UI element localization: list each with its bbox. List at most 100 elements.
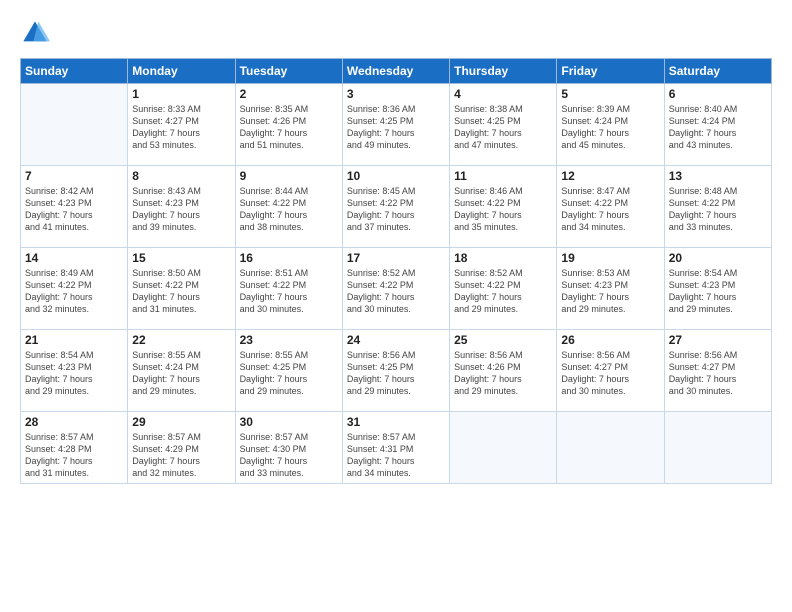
weekday-header-friday: Friday <box>557 59 664 84</box>
day-info: Sunrise: 8:51 AM Sunset: 4:22 PM Dayligh… <box>240 267 338 316</box>
day-info: Sunrise: 8:40 AM Sunset: 4:24 PM Dayligh… <box>669 103 767 152</box>
calendar-cell: 31 Sunrise: 8:57 AM Sunset: 4:31 PM Dayli… <box>342 412 449 484</box>
day-info: Sunrise: 8:55 AM Sunset: 4:24 PM Dayligh… <box>132 349 230 398</box>
day-info: Sunrise: 8:55 AM Sunset: 4:25 PM Dayligh… <box>240 349 338 398</box>
day-info: Sunrise: 8:47 AM Sunset: 4:22 PM Dayligh… <box>561 185 659 234</box>
day-number: 4 <box>454 87 552 101</box>
weekday-header-thursday: Thursday <box>450 59 557 84</box>
day-number: 8 <box>132 169 230 183</box>
day-number: 5 <box>561 87 659 101</box>
day-number: 15 <box>132 251 230 265</box>
calendar-cell: 10 Sunrise: 8:45 AM Sunset: 4:22 PM Dayli… <box>342 166 449 248</box>
calendar-week-4: 21 Sunrise: 8:54 AM Sunset: 4:23 PM Dayli… <box>21 330 772 412</box>
day-info: Sunrise: 8:49 AM Sunset: 4:22 PM Dayligh… <box>25 267 123 316</box>
day-number: 31 <box>347 415 445 429</box>
calendar-cell: 28 Sunrise: 8:57 AM Sunset: 4:28 PM Dayli… <box>21 412 128 484</box>
weekday-header-tuesday: Tuesday <box>235 59 342 84</box>
day-number: 11 <box>454 169 552 183</box>
calendar-week-2: 7 Sunrise: 8:42 AM Sunset: 4:23 PM Daylig… <box>21 166 772 248</box>
day-info: Sunrise: 8:54 AM Sunset: 4:23 PM Dayligh… <box>25 349 123 398</box>
calendar-cell <box>450 412 557 484</box>
weekday-header-monday: Monday <box>128 59 235 84</box>
weekday-header-wednesday: Wednesday <box>342 59 449 84</box>
page: SundayMondayTuesdayWednesdayThursdayFrid… <box>0 0 792 612</box>
calendar-cell: 25 Sunrise: 8:56 AM Sunset: 4:26 PM Dayli… <box>450 330 557 412</box>
day-number: 21 <box>25 333 123 347</box>
day-number: 7 <box>25 169 123 183</box>
calendar-cell: 30Sunrise: 8:57 AM Sunset: 4:30 PM Dayli… <box>235 412 342 484</box>
day-info: Sunrise: 8:35 AM Sunset: 4:26 PM Dayligh… <box>240 103 338 152</box>
day-number: 26 <box>561 333 659 347</box>
day-number: 16 <box>240 251 338 265</box>
calendar-cell: 19 Sunrise: 8:53 AM Sunset: 4:23 PM Dayli… <box>557 248 664 330</box>
day-number: 20 <box>669 251 767 265</box>
day-number: 13 <box>669 169 767 183</box>
day-number: 27 <box>669 333 767 347</box>
day-info: Sunrise: 8:48 AM Sunset: 4:22 PM Dayligh… <box>669 185 767 234</box>
calendar-week-3: 14 Sunrise: 8:49 AM Sunset: 4:22 PM Dayli… <box>21 248 772 330</box>
day-number: 12 <box>561 169 659 183</box>
calendar-cell <box>21 84 128 166</box>
day-info: Sunrise: 8:53 AM Sunset: 4:23 PM Dayligh… <box>561 267 659 316</box>
day-number: 2 <box>240 87 338 101</box>
day-info: Sunrise: 8:45 AM Sunset: 4:22 PM Dayligh… <box>347 185 445 234</box>
day-info: Sunrise: 8:46 AM Sunset: 4:22 PM Dayligh… <box>454 185 552 234</box>
header <box>20 18 772 48</box>
weekday-header-saturday: Saturday <box>664 59 771 84</box>
calendar-cell: 7 Sunrise: 8:42 AM Sunset: 4:23 PM Daylig… <box>21 166 128 248</box>
calendar-cell: 13 Sunrise: 8:48 AM Sunset: 4:22 PM Dayli… <box>664 166 771 248</box>
day-info: Sunrise: 8:57 AM Sunset: 4:28 PM Dayligh… <box>25 431 123 480</box>
day-number: 3 <box>347 87 445 101</box>
calendar-cell <box>557 412 664 484</box>
day-info: Sunrise: 8:56 AM Sunset: 4:27 PM Dayligh… <box>561 349 659 398</box>
day-number: 22 <box>132 333 230 347</box>
calendar-cell: 12 Sunrise: 8:47 AM Sunset: 4:22 PM Dayli… <box>557 166 664 248</box>
day-info: Sunrise: 8:57 AM Sunset: 4:29 PM Dayligh… <box>132 431 230 480</box>
day-number: 6 <box>669 87 767 101</box>
day-info: Sunrise: 8:57 AM Sunset: 4:31 PM Dayligh… <box>347 431 445 480</box>
day-number: 18 <box>454 251 552 265</box>
calendar-cell: 29 Sunrise: 8:57 AM Sunset: 4:29 PM Dayli… <box>128 412 235 484</box>
day-info: Sunrise: 8:42 AM Sunset: 4:23 PM Dayligh… <box>25 185 123 234</box>
day-info: Sunrise: 8:56 AM Sunset: 4:27 PM Dayligh… <box>669 349 767 398</box>
day-info: Sunrise: 8:52 AM Sunset: 4:22 PM Dayligh… <box>454 267 552 316</box>
day-info: Sunrise: 8:50 AM Sunset: 4:22 PM Dayligh… <box>132 267 230 316</box>
calendar-cell: 5Sunrise: 8:39 AM Sunset: 4:24 PM Daylig… <box>557 84 664 166</box>
weekday-header-row: SundayMondayTuesdayWednesdayThursdayFrid… <box>21 59 772 84</box>
calendar-cell: 17 Sunrise: 8:52 AM Sunset: 4:22 PM Dayli… <box>342 248 449 330</box>
day-number: 24 <box>347 333 445 347</box>
calendar-cell: 8 Sunrise: 8:43 AM Sunset: 4:23 PM Daylig… <box>128 166 235 248</box>
day-number: 28 <box>25 415 123 429</box>
day-number: 19 <box>561 251 659 265</box>
calendar-cell: 27 Sunrise: 8:56 AM Sunset: 4:27 PM Dayli… <box>664 330 771 412</box>
calendar-cell: 6 Sunrise: 8:40 AM Sunset: 4:24 PM Daylig… <box>664 84 771 166</box>
day-info: Sunrise: 8:36 AM Sunset: 4:25 PM Dayligh… <box>347 103 445 152</box>
day-info: Sunrise: 8:56 AM Sunset: 4:25 PM Dayligh… <box>347 349 445 398</box>
calendar-table: SundayMondayTuesdayWednesdayThursdayFrid… <box>20 58 772 484</box>
day-number: 14 <box>25 251 123 265</box>
calendar-cell: 16 Sunrise: 8:51 AM Sunset: 4:22 PM Dayli… <box>235 248 342 330</box>
calendar-cell: 26 Sunrise: 8:56 AM Sunset: 4:27 PM Dayli… <box>557 330 664 412</box>
calendar-cell: 3 Sunrise: 8:36 AM Sunset: 4:25 PM Daylig… <box>342 84 449 166</box>
day-info: Sunrise: 8:43 AM Sunset: 4:23 PM Dayligh… <box>132 185 230 234</box>
weekday-header-sunday: Sunday <box>21 59 128 84</box>
day-number: 9 <box>240 169 338 183</box>
day-info: Sunrise: 8:56 AM Sunset: 4:26 PM Dayligh… <box>454 349 552 398</box>
calendar-week-5: 28 Sunrise: 8:57 AM Sunset: 4:28 PM Dayli… <box>21 412 772 484</box>
calendar-cell: 9Sunrise: 8:44 AM Sunset: 4:22 PM Daylig… <box>235 166 342 248</box>
day-info: Sunrise: 8:33 AM Sunset: 4:27 PM Dayligh… <box>132 103 230 152</box>
day-number: 17 <box>347 251 445 265</box>
calendar-cell: 24 Sunrise: 8:56 AM Sunset: 4:25 PM Dayli… <box>342 330 449 412</box>
calendar-cell: 23 Sunrise: 8:55 AM Sunset: 4:25 PM Dayli… <box>235 330 342 412</box>
calendar-cell <box>664 412 771 484</box>
day-number: 10 <box>347 169 445 183</box>
day-info: Sunrise: 8:52 AM Sunset: 4:22 PM Dayligh… <box>347 267 445 316</box>
calendar-cell: 22 Sunrise: 8:55 AM Sunset: 4:24 PM Dayli… <box>128 330 235 412</box>
day-number: 29 <box>132 415 230 429</box>
calendar-cell: 2 Sunrise: 8:35 AM Sunset: 4:26 PM Daylig… <box>235 84 342 166</box>
day-number: 25 <box>454 333 552 347</box>
day-number: 23 <box>240 333 338 347</box>
calendar-cell: 15 Sunrise: 8:50 AM Sunset: 4:22 PM Dayli… <box>128 248 235 330</box>
logo-icon <box>20 18 50 48</box>
day-number: 1 <box>132 87 230 101</box>
